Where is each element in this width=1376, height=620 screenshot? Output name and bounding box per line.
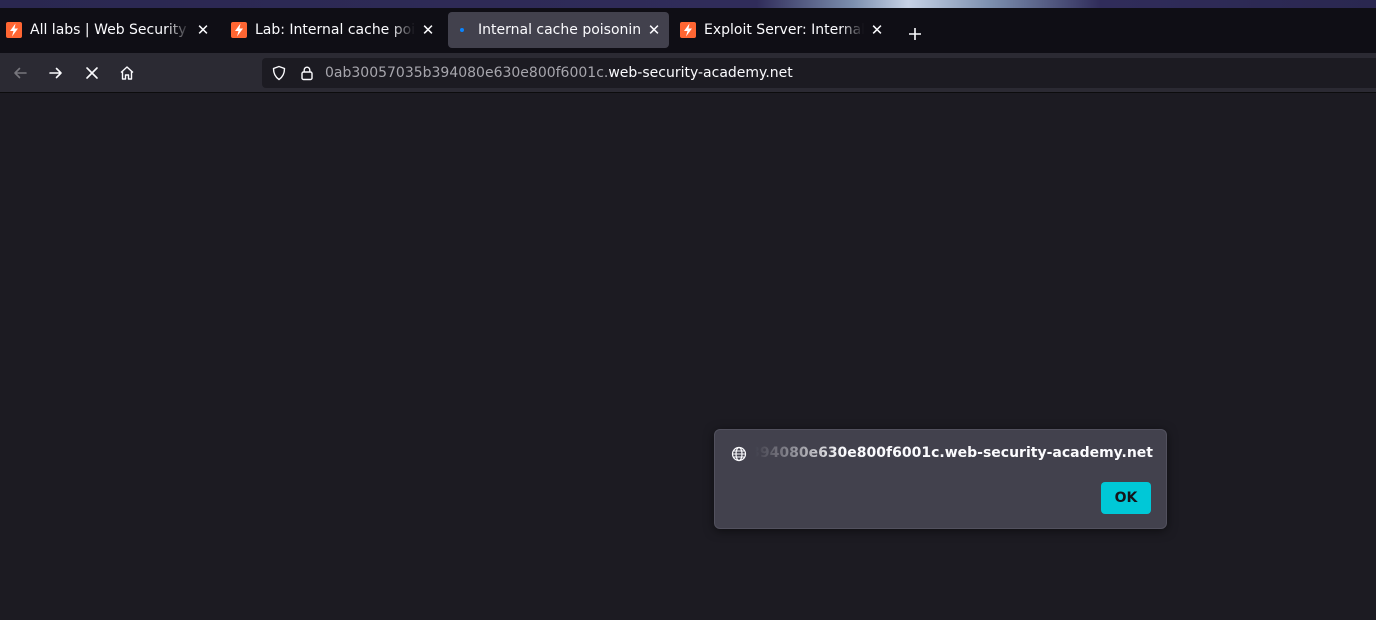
navigation-toolbar: 0ab30057035b394080e630e800f6001c.web-sec… [0,53,1376,93]
close-icon[interactable]: ✕ [194,21,212,39]
tab-all-labs[interactable]: All labs | Web Security Academy ✕ [0,12,218,48]
url-text[interactable]: 0ab30057035b394080e630e800f6001c.web-sec… [325,65,793,81]
url-subdomain: 0ab30057035b394080e630e800f6001c. [325,65,609,81]
tracking-protection-shield-icon[interactable] [271,65,287,81]
url-domain: web-security-academy.net [608,65,793,81]
stop-button[interactable] [80,61,104,85]
portswigger-logo-icon [231,22,247,38]
home-button[interactable] [115,61,139,85]
ok-button[interactable]: OK [1101,482,1151,514]
new-tab-button[interactable] [903,22,927,46]
address-bar[interactable]: 0ab30057035b394080e630e800f6001c.web-sec… [262,58,1376,88]
tab-internal-cache-poisoning[interactable]: Internal cache poisoning ✕ [448,12,669,48]
tab-exploit-server[interactable]: Exploit Server: Internal cache poisoning… [674,12,892,48]
stop-icon [86,67,98,79]
home-icon [120,66,134,80]
close-icon[interactable]: ✕ [419,21,437,39]
tab-title: Exploit Server: Internal cache poisoning [704,22,864,38]
loading-dot-icon [454,22,470,38]
tab-title: All labs | Web Security Academy [30,22,190,38]
plus-icon [909,28,921,40]
lock-icon[interactable] [299,65,315,81]
globe-icon [731,446,747,462]
tab-title: Lab: Internal cache poisoning [255,22,415,38]
page-content [0,93,1376,620]
close-icon[interactable]: ✕ [645,21,663,39]
back-button[interactable] [8,61,32,85]
portswigger-logo-icon [680,22,696,38]
window-top-strip [0,0,1376,8]
close-icon[interactable]: ✕ [868,21,886,39]
back-arrow-icon [14,67,27,79]
forward-arrow-icon [49,67,62,79]
alert-dialog: 0ab30057035b394080e630e800f6001c.web-sec… [714,429,1167,529]
tab-title: Internal cache poisoning [478,22,641,38]
forward-button[interactable] [44,61,68,85]
portswigger-logo-icon [6,22,22,38]
dialog-origin-host: 0ab30057035b394080e630e800f6001c.web-sec… [755,445,1153,461]
tab-strip: All labs | Web Security Academy ✕ Lab: I… [0,8,1376,53]
tab-lab[interactable]: Lab: Internal cache poisoning ✕ [225,12,443,48]
